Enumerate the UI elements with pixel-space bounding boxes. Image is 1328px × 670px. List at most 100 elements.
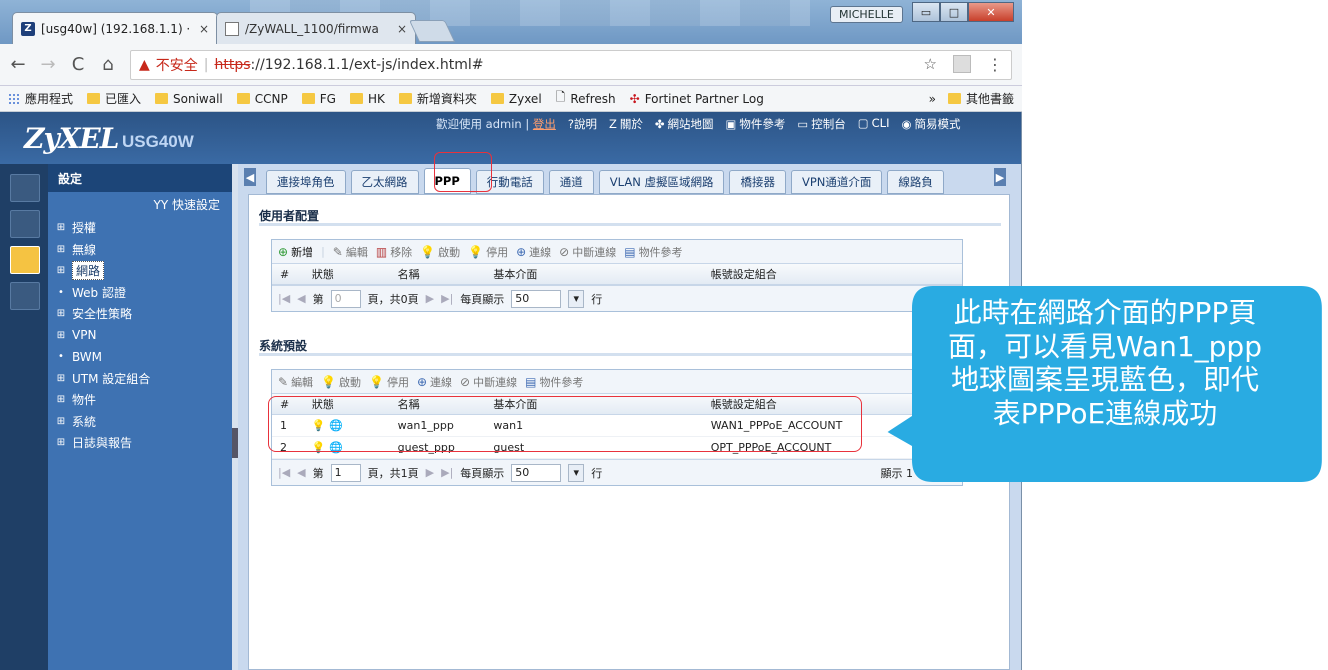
bookmark-refresh[interactable]: 🗋 Refresh [556, 88, 616, 109]
browser-tab-usg40w[interactable]: Z [usg40w] (192.168.1.1) · × [12, 12, 218, 44]
address-bar[interactable]: ▲ 不安全 | https://192.168.1.1/ext-js/index… [130, 49, 1012, 80]
next-page-button[interactable]: ▶ [426, 292, 434, 305]
bookmark-fortinet[interactable]: ✣ Fortinet Partner Log [630, 92, 764, 106]
tree-item-utm-profile[interactable]: ⊞ UTM 設定組合 [56, 368, 232, 390]
insecure-label[interactable]: 不安全 [156, 55, 198, 75]
easy-mode-link[interactable]: ◉ 簡易模式 [901, 116, 960, 132]
tab-bridge[interactable]: 橋接器 [729, 170, 786, 194]
home-button[interactable]: ⌂ [100, 54, 116, 75]
edit-button[interactable]: ✎ 編輯 [278, 374, 313, 390]
reload-button[interactable]: C [70, 54, 86, 75]
maximize-button[interactable]: □ [940, 2, 968, 22]
table-row[interactable]: 2 💡 🌐 guest_ppp guest OPT_PPPoE_ACCOUNT [272, 437, 962, 459]
table-row[interactable]: 1 💡 🌐 wan1_ppp wan1 WAN1_PPPoE_ACCOUNT [272, 415, 962, 437]
sitemap-link[interactable]: ✤ 網站地圖 [655, 116, 714, 132]
cli-link[interactable]: ▢ CLI [858, 116, 890, 132]
forward-button[interactable]: → [40, 54, 56, 75]
tab-tunnel[interactable]: 通道 [548, 170, 594, 194]
tree-item-log-report[interactable]: ⊞ 日誌與報告 [56, 432, 232, 454]
bookmark-soniwall[interactable]: Soniwall [155, 92, 223, 106]
tab-scroll-right-button[interactable]: ▶ [994, 168, 1006, 186]
bookmark-imported[interactable]: 已匯入 [87, 90, 141, 107]
page-size-select[interactable]: 50 [511, 289, 562, 308]
extension-icon[interactable] [953, 55, 971, 73]
tab-close-icon[interactable]: × [397, 22, 407, 36]
prev-page-button[interactable]: ◀ [297, 292, 305, 305]
bookmark-zyxel[interactable]: Zyxel [490, 92, 542, 106]
connect-button[interactable]: ⊕ 連線 [516, 244, 551, 260]
col-number[interactable]: # [272, 398, 306, 411]
configuration-gears-icon[interactable] [10, 246, 40, 274]
col-base-interface[interactable]: 基本介面 [487, 266, 704, 282]
col-base-interface[interactable]: 基本介面 [487, 396, 704, 412]
first-page-button[interactable]: |◀ [278, 466, 290, 479]
add-button[interactable]: ⊕ 新增 [278, 244, 313, 260]
page-size-select[interactable]: 50 [511, 463, 562, 482]
bookmarks-overflow-button[interactable]: » [929, 92, 936, 106]
bookmark-other[interactable]: 其他書籤 [947, 90, 1014, 107]
tree-item-licensing[interactable]: ⊞ 授權 [56, 217, 232, 239]
bookmark-hk[interactable]: HK [349, 92, 385, 106]
tree-item-vpn[interactable]: ⊞ VPN [56, 325, 232, 347]
deactivate-button[interactable]: 💡 停用 [468, 244, 508, 260]
edit-button[interactable]: ✎ 編輯 [333, 244, 368, 260]
maintenance-icon[interactable] [10, 282, 40, 310]
first-page-button[interactable]: |◀ [278, 292, 290, 305]
back-button[interactable]: ← [10, 54, 26, 75]
tree-item-wireless[interactable]: ⊞ 無線 [56, 239, 232, 261]
quick-setup-link[interactable]: ΥΥ 快速設定 [48, 192, 232, 217]
next-page-button[interactable]: ▶ [426, 466, 434, 479]
disconnect-button[interactable]: ⊘ 中斷連線 [460, 374, 517, 390]
bookmark-fg[interactable]: FG [301, 92, 336, 106]
bookmark-ccnp[interactable]: CCNP [236, 92, 288, 106]
tree-item-system[interactable]: ⊞ 系統 [56, 411, 232, 433]
object-reference-button[interactable]: ▤ 物件參考 [525, 374, 583, 390]
tab-scroll-left-button[interactable]: ◀ [244, 168, 256, 186]
tab-close-icon[interactable]: × [199, 22, 209, 36]
tab-trunk[interactable]: 線路負 [887, 170, 944, 194]
bookmark-new-folder[interactable]: 新增資料夾 [398, 90, 477, 107]
deactivate-button[interactable]: 💡 停用 [369, 374, 409, 390]
col-status[interactable]: 狀態 [306, 266, 392, 282]
browser-menu-icon[interactable]: ⋮ [987, 55, 1003, 74]
about-link[interactable]: Z 關於 [609, 116, 643, 132]
close-window-button[interactable]: ✕ [968, 2, 1014, 22]
chevron-down-icon[interactable]: ▾ [568, 289, 585, 308]
col-account-profile[interactable]: 帳號設定組合 [705, 266, 962, 282]
tab-vlan[interactable]: VLAN 虛擬區域網路 [598, 170, 725, 194]
object-reference-link[interactable]: ▣ 物件參考 [726, 116, 786, 132]
tab-ethernet[interactable]: 乙太網路 [350, 170, 419, 194]
disconnect-button[interactable]: ⊘ 中斷連線 [559, 244, 616, 260]
minimize-button[interactable]: ▭ [912, 2, 940, 22]
page-input[interactable]: 0 [330, 289, 361, 308]
tree-item-object[interactable]: ⊞ 物件 [56, 389, 232, 411]
dashboard-icon[interactable] [10, 174, 40, 202]
profile-button[interactable]: MICHELLE [830, 6, 903, 23]
bookmark-apps[interactable]: 應用程式 [8, 90, 73, 107]
col-status[interactable]: 狀態 [306, 396, 392, 412]
connect-button[interactable]: ⊕ 連線 [417, 374, 452, 390]
bookmark-star-icon[interactable]: ☆ [924, 55, 937, 74]
col-name[interactable]: 名稱 [392, 396, 488, 412]
tree-item-network[interactable]: ⊞ 網路 [56, 260, 232, 282]
browser-tab-firmware[interactable]: /ZyWALL_1100/firmwa × [216, 12, 416, 44]
page-input[interactable]: 1 [330, 463, 361, 482]
chevron-down-icon[interactable]: ▾ [568, 463, 585, 482]
activate-button[interactable]: 💡 啟動 [321, 374, 361, 390]
col-name[interactable]: 名稱 [392, 266, 488, 282]
activate-button[interactable]: 💡 啟動 [420, 244, 460, 260]
object-reference-button[interactable]: ▤ 物件參考 [624, 244, 682, 260]
logout-link[interactable]: 登出 [533, 117, 556, 131]
monitor-icon[interactable] [10, 210, 40, 238]
remove-button[interactable]: ▥ 移除 [376, 244, 412, 260]
tree-item-security-policy[interactable]: ⊞ 安全性策略 [56, 303, 232, 325]
tree-item-web-auth[interactable]: • Web 認證 [56, 282, 232, 304]
console-link[interactable]: ▭ 控制台 [797, 116, 845, 132]
tab-port-role[interactable]: 連接埠角色 [266, 170, 346, 194]
tree-item-bwm[interactable]: • BWM [56, 346, 232, 368]
help-link[interactable]: ?說明 [568, 116, 597, 132]
prev-page-button[interactable]: ◀ [297, 466, 305, 479]
tab-vti[interactable]: VPN通道介面 [790, 170, 883, 194]
col-number[interactable]: # [272, 268, 306, 281]
last-page-button[interactable]: ▶| [441, 466, 453, 479]
